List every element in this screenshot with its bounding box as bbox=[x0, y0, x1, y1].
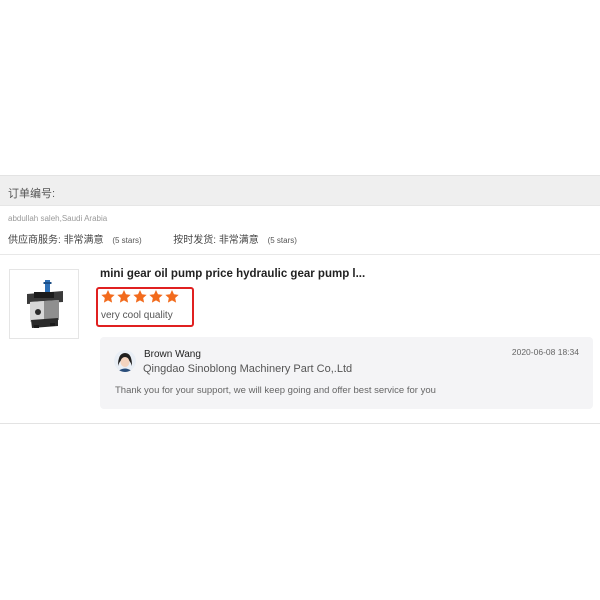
buyer-info: abdullah saleh,Saudi Arabia bbox=[8, 214, 108, 223]
on-time-delivery-stars: (5 stars) bbox=[267, 236, 297, 245]
reply-text: Thank you for your support, we will keep… bbox=[115, 385, 436, 396]
section-divider bbox=[0, 254, 600, 255]
star-icon bbox=[149, 290, 163, 303]
star-icon bbox=[165, 290, 179, 303]
star-icon bbox=[117, 290, 131, 303]
product-thumbnail[interactable] bbox=[9, 269, 79, 339]
review-text: very cool quality bbox=[101, 310, 173, 321]
avatar bbox=[114, 350, 136, 372]
star-icon bbox=[133, 290, 147, 303]
supplier-service-label: 供应商服务: bbox=[8, 235, 61, 246]
review-stars bbox=[101, 289, 181, 305]
ratings-row: 供应商服务: 非常满意 (5 stars) 按时发货: 非常满意 (5 star… bbox=[8, 231, 297, 246]
order-header-bar: 订单编号: bbox=[0, 175, 600, 206]
supplier-service-stars: (5 stars) bbox=[112, 236, 142, 245]
order-number-label: 订单编号: bbox=[8, 188, 56, 200]
seller-reply-card: Brown Wang Qingdao Sinoblong Machinery P… bbox=[100, 337, 593, 409]
replier-company: Qingdao Sinoblong Machinery Part Co,.Ltd bbox=[143, 363, 353, 375]
on-time-delivery-label: 按时发货: bbox=[173, 235, 217, 246]
reply-date: 2020-06-08 18:34 bbox=[511, 347, 579, 357]
star-icon bbox=[101, 290, 115, 303]
supplier-service-value: 非常满意 bbox=[63, 235, 104, 246]
bottom-divider bbox=[0, 423, 600, 424]
replier-name: Brown Wang bbox=[144, 349, 201, 360]
product-title-link[interactable]: mini gear oil pump price hydraulic gear … bbox=[100, 268, 365, 280]
on-time-delivery-value: 非常满意 bbox=[218, 235, 259, 246]
gear-pump-image bbox=[27, 280, 63, 328]
star-rating bbox=[101, 290, 179, 303]
